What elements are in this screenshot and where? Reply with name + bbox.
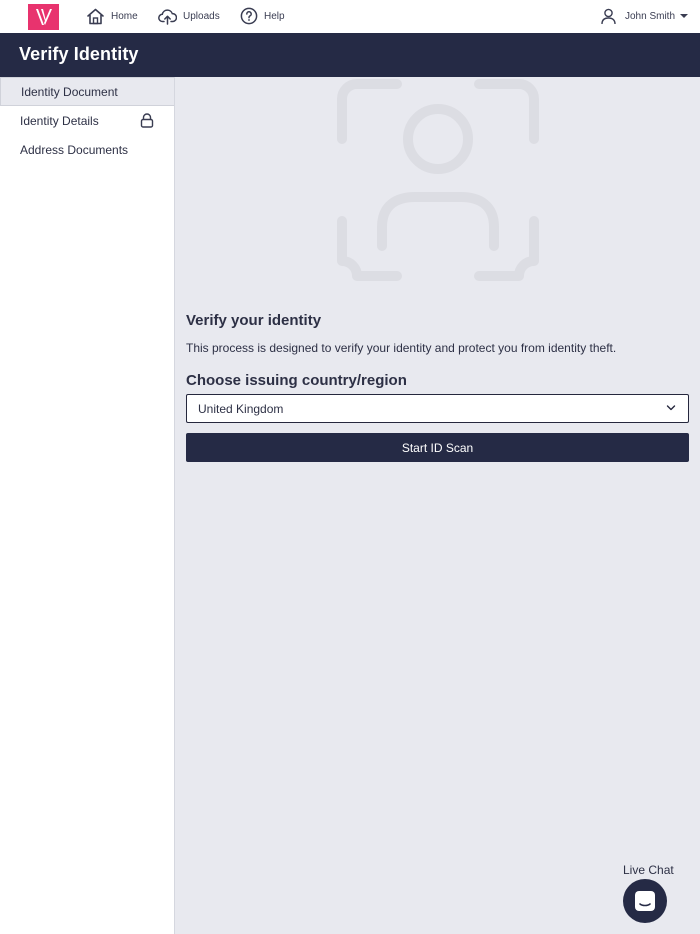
- nav-uploads-label: Uploads: [183, 10, 220, 22]
- sidebar-item-identity-document[interactable]: Identity Document: [0, 77, 174, 106]
- user-icon: [601, 8, 616, 24]
- home-icon: [87, 8, 104, 24]
- chevron-down-icon: [666, 405, 676, 411]
- brand-logo[interactable]: [28, 4, 59, 30]
- upload-icon: [158, 8, 177, 25]
- face-scan-icon: [337, 79, 539, 281]
- nav-help[interactable]: Help: [240, 6, 285, 26]
- country-select[interactable]: United Kingdom: [186, 394, 689, 423]
- verify-description: This process is designed to verify your …: [186, 341, 617, 355]
- country-select-value: United Kingdom: [198, 402, 284, 416]
- start-id-scan-button[interactable]: Start ID Scan: [186, 433, 689, 462]
- sidebar-item-label: Identity Document: [21, 84, 118, 99]
- lock-icon: [140, 113, 154, 128]
- sidebar-item-label: Address Documents: [20, 142, 129, 157]
- sidebar-item-identity-details[interactable]: Identity Details: [0, 106, 174, 135]
- main-content: Verify your identity This process is des…: [175, 77, 700, 934]
- sidebar: Identity Document Identity Details Addre…: [0, 77, 175, 934]
- sidebar-item-address-documents[interactable]: Address Documents: [0, 135, 174, 164]
- logo-mark-icon: [35, 9, 52, 25]
- user-name: John Smith: [625, 10, 676, 22]
- chevron-down-icon: [680, 14, 689, 18]
- help-icon: [240, 7, 258, 25]
- chat-icon: [635, 891, 655, 911]
- live-chat-label: Live Chat: [623, 863, 674, 877]
- nav-help-label: Help: [264, 10, 285, 22]
- sidebar-item-label: Identity Details: [20, 113, 99, 128]
- top-navbar: Home Uploads Help John Smith: [0, 0, 700, 33]
- verify-heading: Verify your identity: [186, 312, 322, 329]
- page-header: Verify Identity: [0, 33, 700, 77]
- page-title: Verify Identity: [19, 44, 139, 64]
- user-menu[interactable]: John Smith: [601, 6, 689, 26]
- nav-uploads[interactable]: Uploads: [158, 6, 220, 26]
- country-heading: Choose issuing country/region: [186, 372, 407, 389]
- nav-home-label: Home: [111, 10, 138, 22]
- live-chat-button[interactable]: [623, 879, 667, 923]
- nav-home[interactable]: Home: [86, 6, 138, 26]
